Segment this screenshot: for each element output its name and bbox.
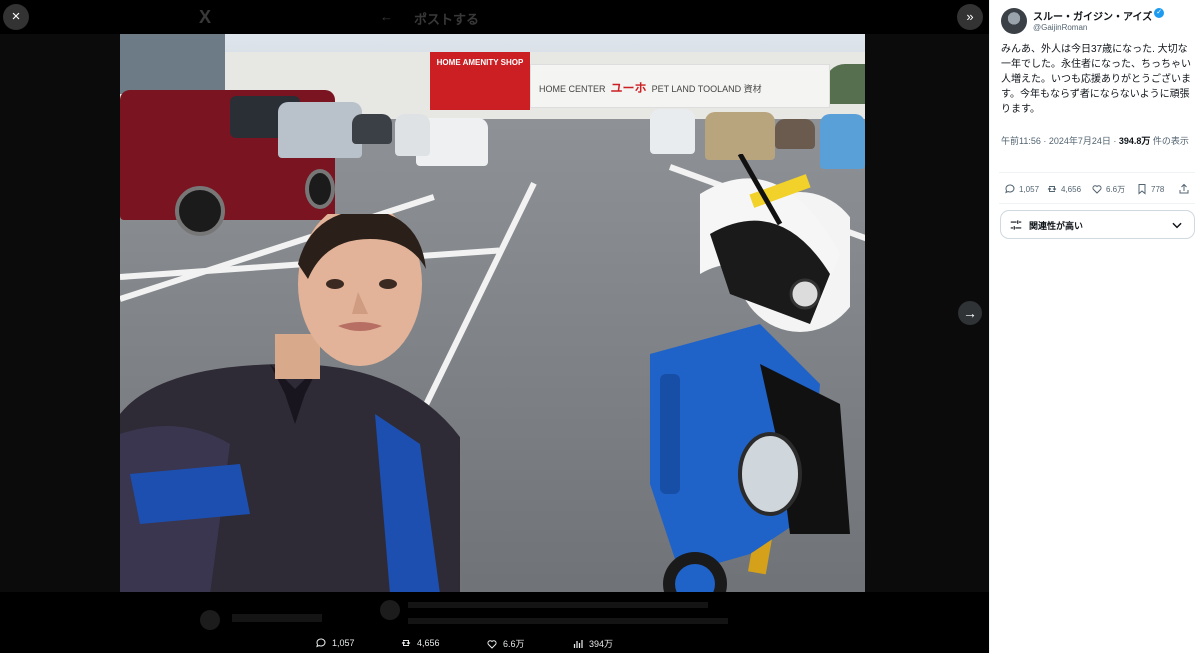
next-image-button[interactable]: → xyxy=(958,301,982,325)
repost-action[interactable]: 4,656 xyxy=(400,637,440,649)
reply-icon xyxy=(316,638,326,648)
store-sign: HOME AMENITY SHOP xyxy=(430,52,530,110)
author-name[interactable]: スルー・ガイジン・アイズ ✓ xyxy=(1033,8,1165,23)
reply-icon xyxy=(1005,184,1015,194)
person-selfie xyxy=(120,214,460,592)
repost-icon xyxy=(401,640,411,646)
heart-icon xyxy=(1092,185,1102,194)
like-action[interactable]: 6.6万 xyxy=(486,637,525,650)
collapse-panel-button[interactable]: » xyxy=(957,4,983,30)
store-sign: HOME CENTER ユーホ PET LAND TOOLAND 資材 xyxy=(530,64,830,108)
bookmark-stat[interactable]: 778 xyxy=(1136,183,1164,195)
bar-chart-icon xyxy=(573,639,583,648)
share-icon xyxy=(1179,183,1189,194)
viewer-topbar: × X ← ポストする » xyxy=(0,0,989,34)
repost-icon xyxy=(1047,186,1057,192)
views-count: 394.8万 xyxy=(1118,136,1151,146)
reply-stat[interactable]: 1,057 xyxy=(1004,183,1039,195)
parked-car xyxy=(705,112,775,160)
post-photo: HOME AMENITY SHOP HOME CENTER ユーホ PET LA… xyxy=(120,34,865,592)
x-logo-icon: X xyxy=(199,7,212,27)
share-button[interactable] xyxy=(1178,183,1190,195)
views-action[interactable]: 394万 xyxy=(572,637,613,650)
media-viewer: × X ← ポストする » HOME AMENITY SHOP HOME CEN… xyxy=(0,0,989,653)
sort-replies-dropdown[interactable]: 関連性が高い xyxy=(1000,210,1195,239)
close-icon: × xyxy=(11,8,21,25)
header-title: ポストする xyxy=(414,12,480,27)
sliders-icon xyxy=(1010,220,1022,230)
bookmark-icon xyxy=(1138,184,1146,195)
divider xyxy=(999,172,1195,173)
double-chevron-right-icon: » xyxy=(966,9,974,24)
parked-car xyxy=(278,102,362,158)
verified-badge-icon: ✓ xyxy=(1154,8,1165,18)
like-stat[interactable]: 6.6万 xyxy=(1091,183,1125,195)
divider xyxy=(999,203,1195,204)
post-timestamp[interactable]: 午前11:56 · 2024年7月24日 · xyxy=(1001,136,1119,146)
avatar[interactable] xyxy=(1001,8,1027,34)
author-handle[interactable]: @GaijinRoman xyxy=(1033,23,1087,32)
back-arrow-icon: ← xyxy=(380,9,393,24)
post-meta: 午前11:56 · 2024年7月24日 · 394.8万 件の表示 xyxy=(1001,136,1189,146)
close-button[interactable]: × xyxy=(3,4,29,30)
heart-icon xyxy=(487,639,497,649)
arrow-right-icon: → xyxy=(963,305,977,321)
chevron-down-icon xyxy=(1172,222,1182,229)
repost-stat[interactable]: 4,656 xyxy=(1046,183,1081,195)
motorcycle xyxy=(650,154,850,592)
post-text: みんあ、外人は今日37歳になった. 大切な一年でした。永住者になった、ちっちゃい… xyxy=(1001,44,1191,115)
reply-action[interactable]: 1,057 xyxy=(315,637,355,649)
